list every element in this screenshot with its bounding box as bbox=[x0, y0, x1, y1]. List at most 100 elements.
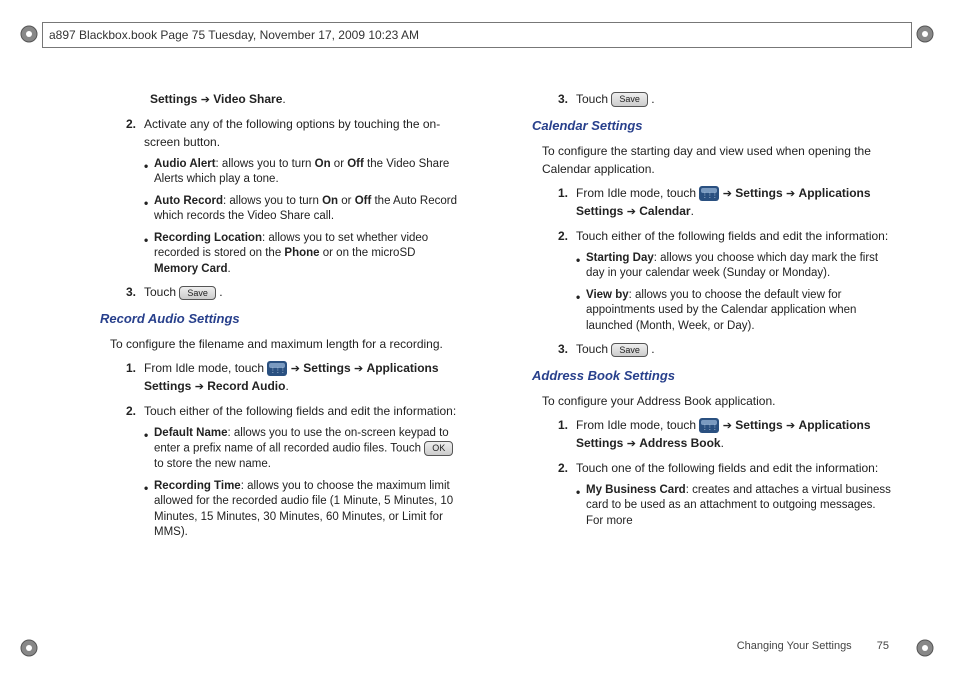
period: . bbox=[648, 342, 655, 356]
section-intro: To configure the starting day and view u… bbox=[542, 142, 894, 178]
menu-icon[interactable] bbox=[699, 418, 719, 433]
label: View by bbox=[586, 289, 629, 301]
list-item: • Default Name: allows you to use the on… bbox=[144, 426, 462, 473]
page-body: Settings Video Share. 2. Activate any of… bbox=[60, 90, 894, 632]
list-body: From Idle mode, touch Settings Applicati… bbox=[144, 359, 462, 396]
save-button[interactable]: Save bbox=[611, 92, 648, 107]
arrow-icon bbox=[723, 186, 732, 200]
arrow-icon bbox=[723, 418, 732, 432]
list-item: 3. Touch Save . bbox=[60, 283, 462, 301]
gear-icon bbox=[915, 24, 935, 44]
arrow-icon bbox=[627, 436, 636, 450]
list-body: From Idle mode, touch Settings Applicati… bbox=[576, 416, 894, 453]
list-item: • Recording Location: allows you to set … bbox=[144, 231, 462, 278]
list-item: 1. From Idle mode, touch Settings Applic… bbox=[60, 359, 462, 396]
right-column: 3. Touch Save . Calendar Settings To con… bbox=[492, 90, 894, 632]
bullet-body: View by: allows you to choose the defaul… bbox=[586, 288, 894, 335]
label: Audio Alert bbox=[154, 158, 216, 170]
label: Auto Record bbox=[154, 195, 223, 207]
list-item: 2. Touch either of the following fields … bbox=[492, 227, 894, 245]
bullet-icon: • bbox=[144, 426, 154, 473]
label: Settings bbox=[303, 361, 350, 375]
list-item: 2. Activate any of the following options… bbox=[60, 115, 462, 151]
gear-icon bbox=[19, 638, 39, 658]
bullet-body: My Business Card: creates and attaches a… bbox=[586, 483, 894, 530]
label: Default Name bbox=[154, 427, 228, 439]
label: Calendar bbox=[639, 204, 690, 218]
arrow-icon bbox=[354, 361, 363, 375]
period: . bbox=[648, 92, 655, 106]
section-heading-address-book: Address Book Settings bbox=[532, 366, 894, 386]
bullet-icon: • bbox=[144, 194, 154, 225]
arrow-icon bbox=[195, 379, 204, 393]
save-button[interactable]: Save bbox=[179, 286, 216, 301]
text: From Idle mode, touch bbox=[576, 418, 699, 432]
list-number: 3. bbox=[542, 90, 576, 108]
list-body: Touch Save . bbox=[144, 283, 462, 301]
text: . bbox=[228, 263, 231, 275]
text: : allows you to turn bbox=[223, 195, 322, 207]
list-body: From Idle mode, touch Settings Applicati… bbox=[576, 184, 894, 221]
bullet-icon: • bbox=[576, 483, 586, 530]
breadcrumb-video-share: Settings Video Share. bbox=[150, 90, 462, 109]
text: Touch bbox=[576, 342, 611, 356]
section-heading-calendar: Calendar Settings bbox=[532, 116, 894, 136]
list-body: Touch either of the following fields and… bbox=[576, 227, 894, 245]
bullet-icon: • bbox=[576, 288, 586, 335]
label: Memory Card bbox=[154, 263, 228, 275]
list-item: • Starting Day: allows you choose which … bbox=[576, 251, 894, 282]
list-number: 2. bbox=[110, 402, 144, 420]
bullet-icon: • bbox=[576, 251, 586, 282]
list-item: 3. Touch Save . bbox=[492, 340, 894, 358]
save-button[interactable]: Save bbox=[611, 343, 648, 358]
label: Address Book bbox=[639, 436, 720, 450]
list-item: 3. Touch Save . bbox=[492, 90, 894, 108]
list-item: • Auto Record: allows you to turn On or … bbox=[144, 194, 462, 225]
bullet-body: Recording Time: allows you to choose the… bbox=[154, 479, 462, 541]
arrow-icon bbox=[291, 361, 300, 375]
list-item: • Audio Alert: allows you to turn On or … bbox=[144, 157, 462, 188]
label: Off bbox=[355, 195, 372, 207]
label: Off bbox=[347, 158, 364, 170]
label: On bbox=[315, 158, 331, 170]
text: or bbox=[331, 158, 348, 170]
menu-icon[interactable] bbox=[267, 361, 287, 376]
bullet-body: Auto Record: allows you to turn On or Of… bbox=[154, 194, 462, 225]
arrow-icon bbox=[786, 418, 795, 432]
text: Touch bbox=[144, 285, 179, 299]
ok-button[interactable]: OK bbox=[424, 441, 453, 456]
list-number: 2. bbox=[542, 459, 576, 477]
period: . bbox=[282, 92, 285, 106]
section-intro: To configure your Address Book applicati… bbox=[542, 392, 894, 410]
text: to store the new name. bbox=[154, 458, 271, 470]
bullet-body: Default Name: allows you to use the on-s… bbox=[154, 426, 462, 473]
label: Phone bbox=[284, 247, 319, 259]
bullet-body: Starting Day: allows you choose which da… bbox=[586, 251, 894, 282]
label: Recording Location bbox=[154, 232, 262, 244]
page-number: 75 bbox=[877, 640, 889, 652]
label: Settings bbox=[735, 418, 782, 432]
label: Settings bbox=[735, 186, 782, 200]
list-body: Touch one of the following fields and ed… bbox=[576, 459, 894, 477]
list-body: Touch either of the following fields and… bbox=[144, 402, 462, 420]
period: . bbox=[721, 436, 724, 450]
label: Recording Time bbox=[154, 480, 241, 492]
list-item: • My Business Card: creates and attaches… bbox=[576, 483, 894, 530]
section-heading-record-audio: Record Audio Settings bbox=[100, 309, 462, 329]
bullet-icon: • bbox=[144, 231, 154, 278]
list-body: Touch Save . bbox=[576, 90, 894, 108]
bullet-body: Recording Location: allows you to set wh… bbox=[154, 231, 462, 278]
left-column: Settings Video Share. 2. Activate any of… bbox=[60, 90, 462, 632]
text: Touch bbox=[576, 92, 611, 106]
list-item: • View by: allows you to choose the defa… bbox=[576, 288, 894, 335]
list-number: 2. bbox=[542, 227, 576, 245]
list-number: 1. bbox=[542, 184, 576, 221]
list-item: 2. Touch one of the following fields and… bbox=[492, 459, 894, 477]
bc-text: Video Share bbox=[213, 92, 282, 106]
bullet-body: Audio Alert: allows you to turn On or Of… bbox=[154, 157, 462, 188]
arrow-icon bbox=[201, 92, 210, 106]
menu-icon[interactable] bbox=[699, 186, 719, 201]
text: : allows you to turn bbox=[216, 158, 315, 170]
text: From Idle mode, touch bbox=[144, 361, 267, 375]
list-item: 1. From Idle mode, touch Settings Applic… bbox=[492, 184, 894, 221]
